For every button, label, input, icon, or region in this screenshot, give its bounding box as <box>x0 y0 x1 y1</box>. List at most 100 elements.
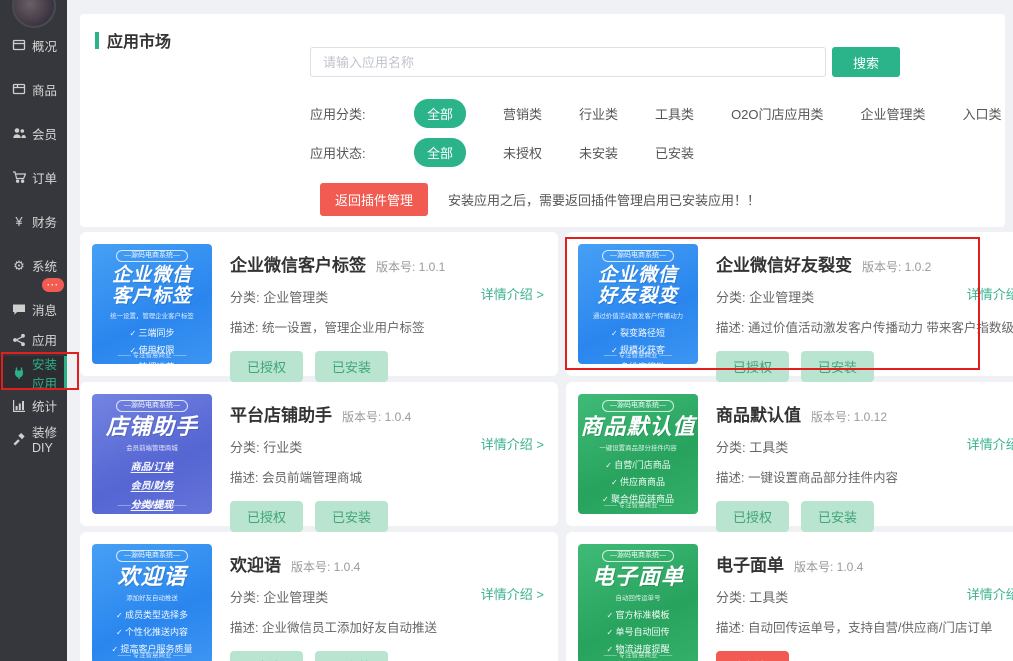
search-input[interactable] <box>310 47 826 77</box>
tile-title: 企业微信 <box>92 265 212 286</box>
detail-link[interactable]: 详情介绍 > <box>481 434 544 453</box>
sidebar-app-menu: 应用 安装应用 统计 装修DIY <box>0 323 67 455</box>
app-card-shop-assistant: —源码电商系统— 店铺助手 会员前端管理商城 商品/订单会员/财务分类/提现 专… <box>80 382 558 526</box>
tile-subtitle: 添加好友自动推送 <box>97 593 207 602</box>
sidebar-item-install-apps[interactable]: 安装应用 <box>0 356 67 389</box>
status-option-unauthorized[interactable]: 未授权 <box>503 143 542 162</box>
status-badge: 已授权 <box>230 351 303 382</box>
search-button[interactable]: 搜索 <box>832 47 900 77</box>
sidebar-item-members[interactable]: 会员 <box>0 111 67 155</box>
app-description: 描述: 通过价值活动激发客户传播动力 带来客户指数级新增 <box>716 317 1013 336</box>
tile-footer: 专注智慧商业 <box>92 649 212 659</box>
app-version: 版本号: 1.0.12 <box>811 408 887 425</box>
sidebar-item-decoration-diy[interactable]: 装修DIY <box>0 422 67 455</box>
tile-bullet: 官方标准模板 <box>578 608 698 621</box>
tile-subtitle: 通过价值活动激发客户传播动力 <box>583 311 693 320</box>
app-card-product-defaults: —源码电商系统— 商品默认值 一键设置商品部分挂件内容 自营/门店商品供应商商品… <box>566 382 1013 526</box>
app-name: 平台店铺助手 <box>230 401 332 426</box>
detail-link[interactable]: 详情介绍 > <box>967 434 1013 453</box>
sidebar-item-label: 商品 <box>32 80 57 99</box>
tile-bullet: 三端同步 <box>92 326 212 339</box>
category-option-entry[interactable]: 入口类 <box>963 104 1002 123</box>
sidebar: 概况 商品 会员 订单 ¥ 财务 ⚙ 系统 消息 ··· <box>0 0 67 661</box>
status-badge: 已安装 <box>315 651 388 661</box>
category-option-industry[interactable]: 行业类 <box>579 104 618 123</box>
page-title: 应用市场 <box>95 28 171 52</box>
tile-bullet: 精细运营 <box>92 360 212 364</box>
hammer-icon <box>12 432 26 446</box>
sidebar-item-label: 会员 <box>32 124 57 143</box>
status-option-all[interactable]: 全部 <box>414 138 466 167</box>
sidebar-item-orders[interactable]: 订单 <box>0 155 67 199</box>
detail-link[interactable]: 详情介绍 > <box>967 584 1013 603</box>
app-tile-image: —源码电商系统— 企业微信好友裂变 通过价值活动激发客户传播动力 裂变路径短规模… <box>578 244 698 364</box>
app-description: 描述: 一键设置商品部分挂件内容 <box>716 467 1013 486</box>
app-card-electronic-waybill: —源码电商系统— 电子面单 自动回传运单号 官方标准模板单号自动回传物流进度提醒… <box>566 532 1013 661</box>
tile-subtitle: 会员前端管理商城 <box>97 443 207 452</box>
status-option-installed[interactable]: 已安装 <box>655 143 694 162</box>
app-tile-image: —源码电商系统— 商品默认值 一键设置商品部分挂件内容 自营/门店商品供应商商品… <box>578 394 698 514</box>
app-card-wecom-friend-fission: —源码电商系统— 企业微信好友裂变 通过价值活动激发客户传播动力 裂变路径短规模… <box>566 232 1013 376</box>
tile-banner: —源码电商系统— <box>602 400 674 412</box>
category-filter-label: 应用分类: <box>310 104 378 123</box>
cart-icon <box>12 170 26 184</box>
app-card-wecom-customer-tags: —源码电商系统— 企业微信客户标签 统一设置，管理企业客户标签 三端同步使用权限… <box>80 232 558 376</box>
category-option-enterprise[interactable]: 企业管理类 <box>861 104 926 123</box>
app-description: 描述: 自动回传运单号，支持自营/供应商/门店订单 <box>716 617 1013 636</box>
app-card-welcome-message: —源码电商系统— 欢迎语 添加好友自动推送 成员类型选择多个性化推送内容提高客户… <box>80 532 558 661</box>
detail-link[interactable]: 详情介绍 > <box>481 284 544 303</box>
sidebar-item-finance[interactable]: ¥ 财务 <box>0 199 67 243</box>
tile-footer: 专注智慧商业 <box>578 499 698 509</box>
notice-row: 返回插件管理 安装应用之后，需要返回插件管理启用已安装应用！！ <box>320 183 760 216</box>
tile-title: 好友裂变 <box>578 286 698 307</box>
status-badge: 已安装 <box>801 501 874 532</box>
tile-bullet: 自营/门店商品 <box>578 458 698 471</box>
app-name: 电子面单 <box>716 551 784 576</box>
tile-banner: —源码电商系统— <box>602 250 674 262</box>
tile-title: 电子面单 <box>578 565 698 590</box>
sidebar-item-goods[interactable]: 商品 <box>0 67 67 111</box>
app-version: 版本号: 1.0.4 <box>794 558 863 575</box>
sidebar-item-overview[interactable]: 概况 <box>0 23 67 67</box>
tile-banner: —源码电商系统— <box>116 550 188 562</box>
message-count-badge: ··· <box>42 278 64 292</box>
tile-title: 商品默认值 <box>578 415 698 440</box>
sidebar-item-label: 装修DIY <box>32 422 67 455</box>
tile-footer: 专注智慧商业 <box>92 349 212 359</box>
sidebar-item-statistics[interactable]: 统计 <box>0 389 67 422</box>
category-filter-row: 应用分类: 全部 营销类 行业类 工具类 O2O门店应用类 企业管理类 入口类 <box>310 99 1013 128</box>
tile-bullet: 会员/财务 <box>92 477 212 492</box>
yen-icon: ¥ <box>12 214 26 228</box>
sidebar-item-label: 财务 <box>32 212 57 231</box>
tile-title: 欢迎语 <box>92 565 212 590</box>
tile-bullet: 单号自动回传 <box>578 625 698 638</box>
category-option-tools[interactable]: 工具类 <box>655 104 694 123</box>
tile-footer: 专注智慧商业 <box>578 349 698 359</box>
detail-link[interactable]: 详情介绍 > <box>481 584 544 603</box>
category-option-o2o[interactable]: O2O门店应用类 <box>731 104 823 123</box>
tile-title: 店铺助手 <box>92 415 212 440</box>
sidebar-item-apps[interactable]: 应用 <box>0 323 67 356</box>
back-to-plugin-manager-button[interactable]: 返回插件管理 <box>320 183 428 216</box>
chat-bubble-icon <box>12 302 26 316</box>
status-badge: 未授权 <box>716 651 789 661</box>
tile-bullet: 供应商商品 <box>578 475 698 488</box>
status-filter-row: 应用状态: 全部 未授权 未安装 已安装 <box>310 138 731 167</box>
app-version: 版本号: 1.0.1 <box>376 258 445 275</box>
detail-link[interactable]: 详情介绍 > <box>967 284 1013 303</box>
status-option-uninstalled[interactable]: 未安装 <box>579 143 618 162</box>
status-filter-label: 应用状态: <box>310 143 378 162</box>
tile-banner: —源码电商系统— <box>602 550 674 562</box>
category-option-marketing[interactable]: 营销类 <box>503 104 542 123</box>
status-badge: 已安装 <box>801 351 874 382</box>
app-card-grid: —源码电商系统— 企业微信客户标签 统一设置，管理企业客户标签 三端同步使用权限… <box>80 232 1013 661</box>
sidebar-item-label: 安装应用 <box>32 354 64 392</box>
status-badge: 已安装 <box>315 501 388 532</box>
app-description: 描述: 统一设置，管理企业用户标签 <box>230 317 558 336</box>
tile-banner: —源码电商系统— <box>116 250 188 262</box>
bar-chart-icon <box>12 399 26 413</box>
app-tile-image: —源码电商系统— 店铺助手 会员前端管理商城 商品/订单会员/财务分类/提现 专… <box>92 394 212 514</box>
category-option-all[interactable]: 全部 <box>414 99 466 128</box>
share-nodes-icon <box>12 333 26 347</box>
tile-bullet: 多维度奖励 <box>578 360 698 364</box>
